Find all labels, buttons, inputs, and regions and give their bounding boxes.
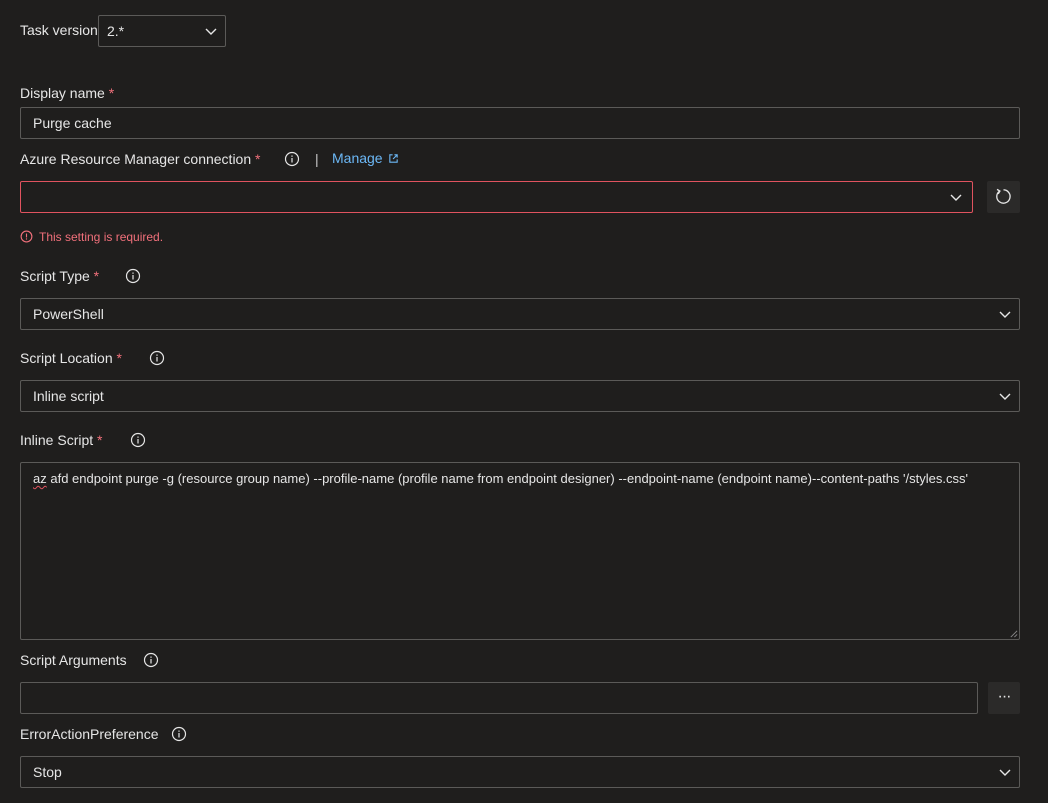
inline-script-content: az afd endpoint purge -g (resource group…: [33, 470, 1007, 487]
info-icon[interactable]: [284, 151, 300, 167]
script-arguments-input[interactable]: [20, 682, 978, 714]
script-word-az: az: [33, 471, 47, 486]
required-mark: *: [116, 350, 122, 366]
script-location-value: Inline script: [33, 388, 104, 404]
chevron-down-icon: [999, 311, 1011, 318]
script-type-label: Script Type *: [20, 267, 99, 285]
manage-link[interactable]: Manage: [332, 150, 383, 166]
info-icon[interactable]: [149, 350, 165, 366]
external-link-icon[interactable]: [388, 153, 399, 164]
arm-connection-label-text: Azure Resource Manager connection: [20, 151, 252, 167]
script-type-value: PowerShell: [33, 306, 104, 322]
chevron-down-icon: [999, 393, 1011, 400]
chevron-down-icon: [205, 28, 217, 35]
script-location-label: Script Location *: [20, 349, 122, 367]
script-type-label-text: Script Type: [20, 268, 90, 284]
chevron-down-icon: [950, 194, 962, 201]
arm-connection-error: This setting is required.: [39, 230, 164, 244]
info-icon[interactable]: [130, 432, 146, 448]
refresh-button[interactable]: [987, 181, 1020, 213]
more-options-button[interactable]: ···: [988, 682, 1020, 714]
task-version-label: Task version: [20, 22, 98, 38]
display-name-input[interactable]: Purge cache: [20, 107, 1020, 139]
display-name-label-text: Display name: [20, 85, 105, 101]
chevron-down-icon: [999, 769, 1011, 776]
inline-script-label-text: Inline Script: [20, 432, 94, 448]
required-mark: *: [255, 151, 261, 167]
required-mark: *: [108, 85, 115, 101]
error-action-preference-value: Stop: [33, 764, 62, 780]
inline-script-textarea[interactable]: az afd endpoint purge -g (resource group…: [20, 462, 1020, 640]
required-mark: *: [97, 432, 103, 448]
script-type-select[interactable]: PowerShell: [20, 298, 1020, 330]
arm-connection-label: Azure Resource Manager connection *: [20, 150, 260, 168]
display-name-label: Display name *: [20, 84, 114, 102]
info-icon[interactable]: [171, 726, 187, 742]
error-circle-icon: [20, 230, 33, 243]
display-name-value: Purge cache: [33, 115, 112, 131]
task-version-select[interactable]: 2.*: [98, 15, 226, 47]
info-icon[interactable]: [143, 652, 159, 668]
task-settings-panel: Task version 2.* Display name * Purge ca…: [0, 0, 1048, 803]
script-arguments-label: Script Arguments: [20, 652, 127, 668]
manage-separator: |: [315, 151, 319, 167]
arm-connection-select[interactable]: [20, 181, 973, 213]
info-icon[interactable]: [125, 268, 141, 284]
task-version-value: 2.*: [107, 23, 125, 39]
resize-grip-icon[interactable]: [1009, 629, 1018, 638]
script-word-afd: afd: [50, 471, 69, 486]
error-action-preference-label: ErrorActionPreference: [20, 726, 159, 742]
inline-script-label: Inline Script *: [20, 431, 103, 449]
error-action-preference-select[interactable]: Stop: [20, 756, 1020, 788]
script-rest: endpoint purge -g (resource group name) …: [68, 471, 968, 486]
refresh-icon: [996, 188, 1011, 204]
script-location-label-text: Script Location: [20, 350, 113, 366]
required-mark: *: [93, 268, 100, 284]
script-location-select[interactable]: Inline script: [20, 380, 1020, 412]
